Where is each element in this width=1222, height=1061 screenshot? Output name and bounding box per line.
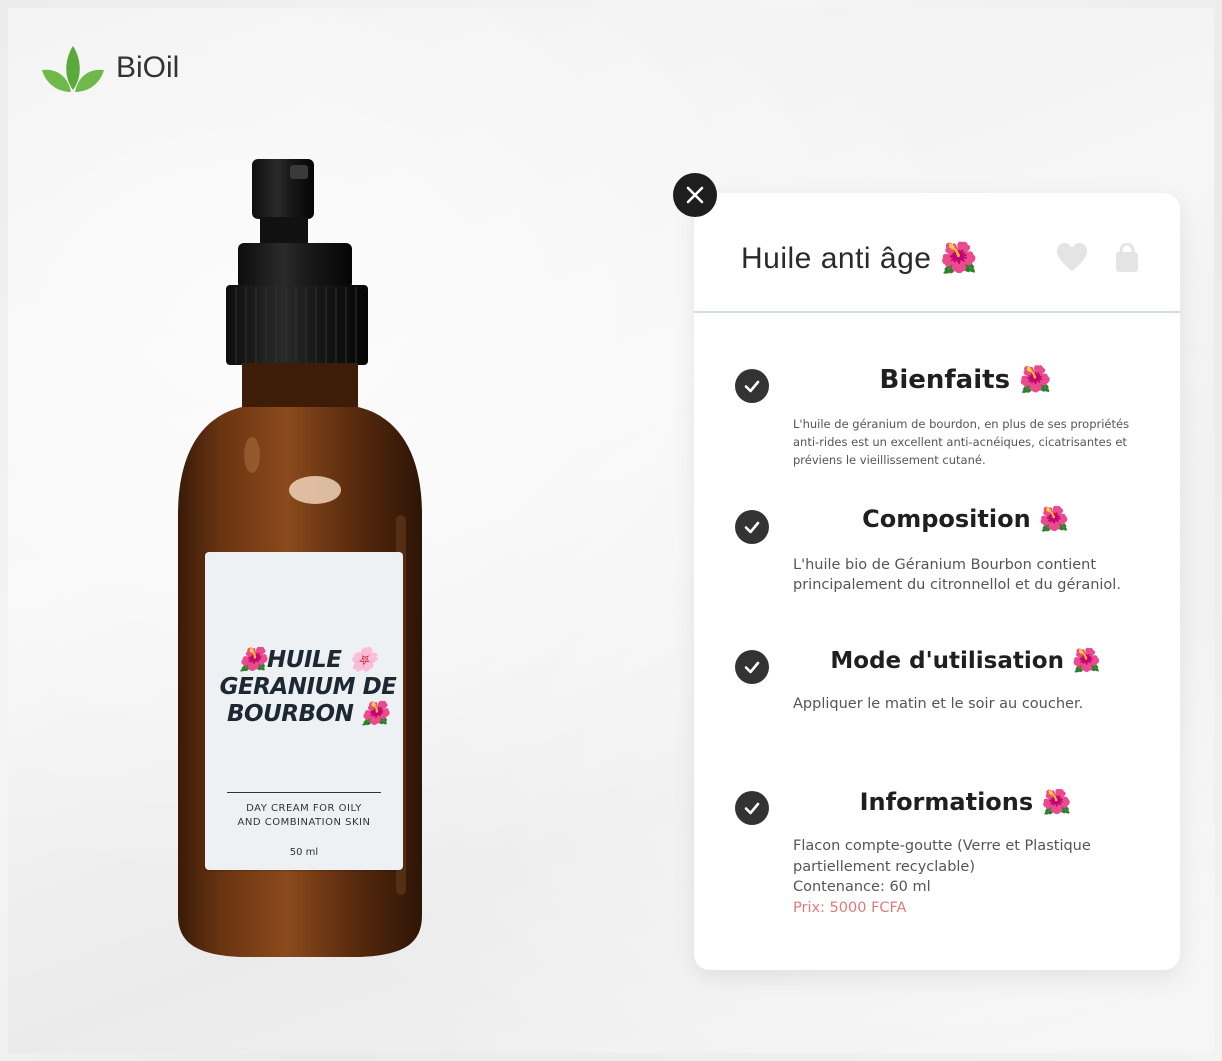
section-title: Informations 🌺	[859, 788, 1072, 816]
leaf-logo-icon	[42, 46, 104, 92]
card-header: Huile anti âge 🌺	[694, 193, 1180, 313]
section-body: L'huile de géranium de bourdon, en plus …	[793, 417, 1130, 467]
section-title: Composition 🌺	[862, 505, 1069, 533]
check-icon	[735, 510, 769, 544]
label-title: 🌺HUILE 🌸 GERANIUM DE BOURBON 🌺	[219, 647, 397, 727]
product-label: 🌺HUILE 🌸 GERANIUM DE BOURBON 🌺 DAY CREAM…	[205, 552, 403, 870]
capacity-info: Contenance: 60 ml	[793, 879, 931, 895]
product-info-card: Huile anti âge 🌺 Bienfaits 🌺 L'huile de …	[694, 193, 1180, 970]
section-body: Appliquer le matin et le soir au coucher…	[793, 696, 1084, 712]
product-title: Huile anti âge 🌺	[741, 242, 979, 275]
label-volume: 50 ml	[289, 847, 319, 858]
check-icon	[735, 369, 769, 403]
label-divider	[227, 792, 381, 793]
close-button[interactable]	[673, 173, 717, 217]
close-icon	[686, 186, 704, 204]
brand-name: BiOil	[116, 51, 180, 84]
price: Prix: 5000 FCFA	[793, 899, 907, 916]
product-bottle-image: 🌺HUILE 🌸 GERANIUM DE BOURBON 🌺 DAY CREAM…	[160, 155, 440, 965]
packaging-info: Flacon compte-goutte (Verre et Plastique…	[793, 838, 1091, 875]
section-title: Mode d'utilisation 🌺	[830, 648, 1101, 674]
section-body: L'huile bio de Géranium Bourbon contient…	[793, 557, 1121, 593]
brand-logo[interactable]: BiOil	[42, 42, 179, 94]
heart-icon[interactable]	[1056, 243, 1088, 273]
check-icon	[735, 650, 769, 684]
shopping-bag-icon[interactable]	[1111, 243, 1143, 273]
check-icon	[735, 791, 769, 825]
section-title: Bienfaits 🌺	[879, 365, 1052, 395]
label-subtitle: DAY CREAM FOR OILY AND COMBINATION SKIN	[237, 803, 371, 828]
section-body: Flacon compte-goutte (Verre et Plastique…	[793, 836, 1100, 918]
